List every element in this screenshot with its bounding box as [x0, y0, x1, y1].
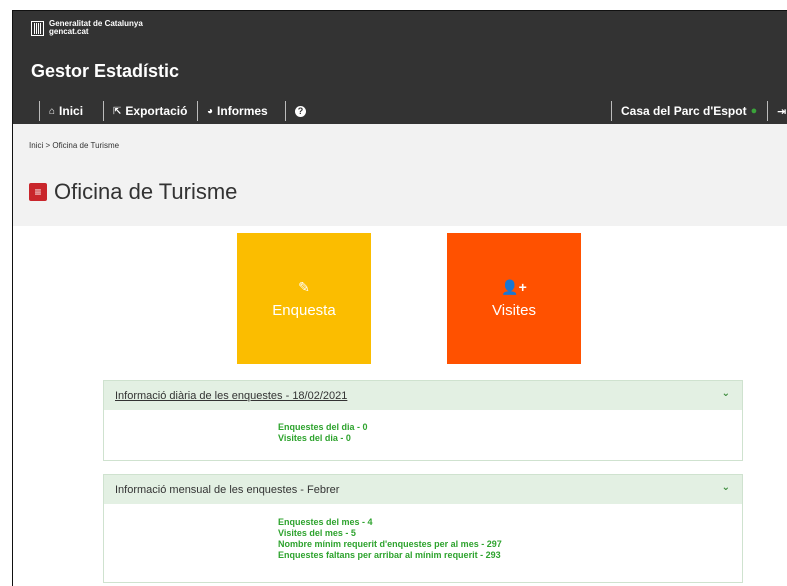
add-user-icon: 👤+: [501, 278, 527, 295]
edit-icon: ✎: [298, 278, 310, 295]
monthly-stat-visites: Visites del mes - 5: [278, 528, 356, 538]
user-icon: ●: [750, 105, 758, 117]
nav-label-informes: Informes: [217, 104, 268, 118]
nav-item-informes[interactable]: ◕ Informes: [197, 101, 268, 121]
pie-chart-icon: ◕: [207, 105, 214, 117]
monthly-panel-body: Enquestes del mes - 4 Visites del mes - …: [104, 504, 742, 561]
nav-item-help[interactable]: ?: [285, 101, 315, 121]
daily-stat-visites: Visites del dia - 0: [278, 433, 351, 443]
enquesta-tile-button[interactable]: ✎ Enquesta: [237, 233, 371, 364]
export-icon: ⇱: [113, 105, 122, 117]
top-header: Generalitat de Catalunya gencat.cat Gest…: [13, 11, 787, 124]
org-domain: gencat.cat: [49, 27, 89, 36]
breadcrumb: Inici > Oficina de Turisme: [29, 141, 119, 150]
monthly-info-panel: Informació mensual de les enquestes - Fe…: [103, 474, 743, 583]
gencat-logo[interactable]: Generalitat de Catalunya gencat.cat: [31, 20, 143, 36]
monthly-panel-title: Informació mensual de les enquestes - Fe…: [115, 483, 340, 496]
logout-button[interactable]: ⇥: [767, 101, 786, 121]
chevron-down-icon[interactable]: ⌄: [722, 482, 730, 493]
daily-info-panel: Informació diària de les enquestes - 18/…: [103, 380, 743, 461]
monthly-panel-header[interactable]: Informació mensual de les enquestes - Fe…: [104, 475, 742, 504]
menu-icon: ≡: [29, 183, 47, 201]
daily-stat-enquestes: Enquestes del dia - 0: [278, 422, 368, 432]
visites-label: Visites: [492, 301, 536, 319]
nav-item-inici[interactable]: ⌂ Inici: [39, 101, 83, 121]
user-menu[interactable]: Casa del Parc d'Espot ●: [611, 101, 757, 121]
monthly-stat-enquestes: Enquestes del mes - 4: [278, 517, 373, 527]
gencat-logo-icon: [31, 20, 44, 36]
breadcrumb-current: Oficina de Turisme: [52, 141, 120, 150]
breadcrumb-separator: >: [45, 141, 51, 150]
app-title[interactable]: Gestor Estadístic: [31, 61, 179, 82]
help-icon: ?: [295, 105, 306, 117]
page-title: Oficina de Turisme: [54, 179, 238, 204]
visites-tile-button[interactable]: 👤+ Visites: [447, 233, 581, 364]
monthly-stat-minim: Nombre mínim requerit d'enquestes per al…: [278, 539, 502, 549]
page-title-row: ≡ Oficina de Turisme: [29, 179, 237, 205]
monthly-stat-faltants: Enquestes faltans per arribar al mínim r…: [278, 550, 501, 560]
user-name: Casa del Parc d'Espot: [621, 104, 747, 118]
breadcrumb-home[interactable]: Inici: [29, 141, 43, 150]
logout-icon: ⇥: [777, 105, 787, 118]
nav-item-exportacio[interactable]: ⇱ Exportació: [103, 101, 187, 121]
browser-frame: Generalitat de Catalunya gencat.cat Gest…: [12, 10, 787, 586]
nav-label-inici: Inici: [59, 104, 84, 118]
daily-panel-header[interactable]: Informació diària de les enquestes - 18/…: [104, 381, 742, 410]
main-nav: ⌂ Inici ⇱ Exportació ◕ Informes ? Casa d…: [13, 98, 787, 124]
home-icon: ⌂: [49, 105, 56, 117]
daily-panel-title: Informació diària de les enquestes - 18/…: [115, 389, 348, 402]
daily-panel-body: Enquestes del dia - 0 Visites del dia - …: [104, 410, 742, 444]
nav-label-exportacio: Exportació: [125, 104, 188, 118]
enquesta-label: Enquesta: [272, 301, 336, 319]
page-header-area: Inici > Oficina de Turisme ≡ Oficina de …: [13, 124, 787, 226]
chevron-down-icon[interactable]: ⌄: [722, 388, 730, 399]
